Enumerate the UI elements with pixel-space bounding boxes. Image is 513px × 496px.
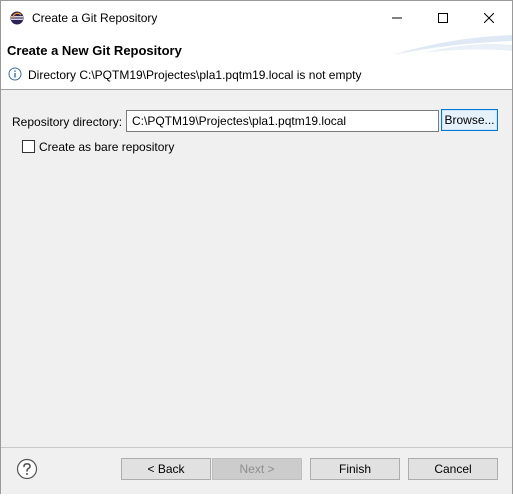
close-button[interactable]	[466, 1, 512, 35]
maximize-button[interactable]	[420, 1, 466, 35]
eclipse-icon	[10, 11, 24, 25]
repository-directory-input[interactable]	[126, 110, 439, 132]
minimize-icon	[392, 17, 402, 19]
window-title: Create a Git Repository	[32, 11, 158, 25]
bare-repository-label[interactable]: Create as bare repository	[39, 140, 174, 154]
minimize-button[interactable]	[374, 1, 420, 35]
header-divider	[1, 89, 512, 90]
maximize-icon	[438, 13, 448, 23]
page-title: Create a New Git Repository	[7, 43, 182, 58]
footer-divider	[1, 447, 512, 448]
bare-repository-checkbox[interactable]	[22, 140, 35, 153]
banner-graphic-icon	[392, 35, 512, 55]
help-icon[interactable]	[16, 458, 38, 480]
info-icon	[8, 67, 22, 81]
close-icon	[484, 13, 494, 23]
repository-directory-label: Repository directory:	[12, 115, 123, 129]
wizard-header: Create a New Git Repository Directory C:…	[1, 35, 512, 89]
title-bar[interactable]: Create a Git Repository	[1, 1, 512, 35]
next-button[interactable]: Next >	[212, 458, 302, 480]
back-button[interactable]: < Back	[121, 458, 211, 480]
cancel-button[interactable]: Cancel	[408, 458, 498, 480]
create-git-repository-dialog: Create a Git Repository Create a New Git…	[0, 0, 513, 495]
status-message: Directory C:\PQTM19\Projectes\pla1.pqtm1…	[28, 68, 362, 82]
browse-button[interactable]: Browse...	[441, 109, 498, 131]
finish-button[interactable]: Finish	[310, 458, 400, 480]
